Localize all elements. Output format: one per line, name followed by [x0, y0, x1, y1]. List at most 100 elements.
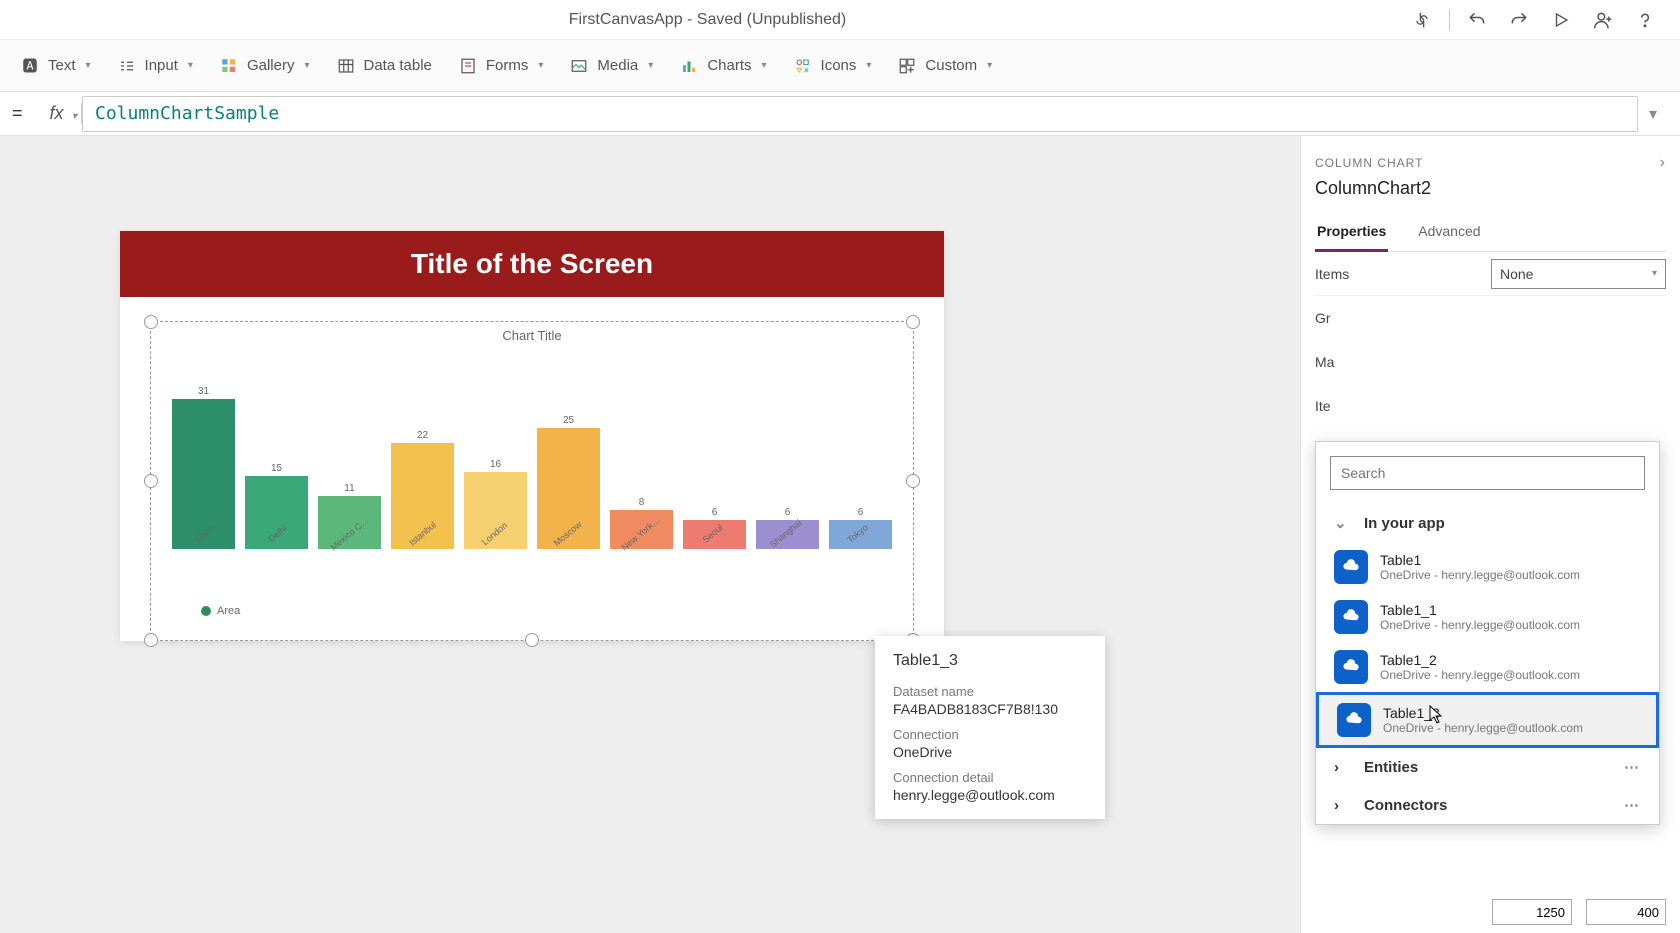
control-type-label: COLUMN CHART ›: [1315, 154, 1666, 172]
onedrive-icon: [1334, 600, 1368, 634]
screen-header: Title of the Screen: [120, 231, 944, 297]
workspace: Title of the Screen Chart Title 31 15 11 22…: [0, 136, 1680, 933]
datasource-tooltip: Table1_3 Dataset name FA4BADB8183CF7B8!1…: [875, 636, 1105, 819]
expand-formula-icon[interactable]: ▾: [1638, 104, 1668, 124]
table-icon: [336, 56, 356, 76]
app-checker-icon[interactable]: [1407, 5, 1437, 35]
ribbon-icons[interactable]: Icons▾: [793, 56, 872, 76]
equals-label: =: [12, 103, 32, 124]
canvas-area[interactable]: Title of the Screen Chart Title 31 15 11 22…: [0, 136, 1300, 933]
more-icon[interactable]: ⋯: [1624, 758, 1641, 776]
bar-value-label: 31: [198, 386, 209, 397]
size-height-input[interactable]: [1586, 899, 1666, 925]
chevron-down-icon: ▾: [86, 60, 91, 71]
onedrive-icon: [1334, 650, 1368, 684]
datasource-title: Table1: [1380, 552, 1580, 568]
selection-handle[interactable]: [144, 474, 158, 488]
datasource-item[interactable]: Table1_2OneDrive - henry.legge@outlook.c…: [1316, 642, 1659, 692]
datasource-title: Table1_1: [1380, 602, 1580, 618]
redo-icon[interactable]: [1504, 5, 1534, 35]
more-icon[interactable]: ⋯: [1624, 796, 1641, 814]
forms-icon: [458, 56, 478, 76]
chart-legend: Area: [161, 605, 903, 617]
chevron-right-icon: ›: [1334, 759, 1352, 776]
prop-items-select[interactable]: None ▾: [1491, 259, 1666, 289]
play-icon[interactable]: [1546, 5, 1576, 35]
property-row-partial: Ite: [1315, 384, 1355, 428]
section-entities[interactable]: › Entities ⋯: [1316, 748, 1659, 786]
onedrive-icon: [1337, 703, 1371, 737]
formula-input[interactable]: [82, 96, 1638, 132]
chevron-down-icon: ▾: [538, 60, 543, 71]
tab-properties[interactable]: Properties: [1315, 213, 1388, 252]
bar-value-label: 25: [563, 415, 574, 426]
selection-handle[interactable]: [144, 315, 158, 329]
formula-bar: = fx▾ ▾: [0, 92, 1680, 136]
size-inputs: [1492, 899, 1666, 925]
properties-tabs: Properties Advanced: [1315, 213, 1666, 252]
ribbon-gallery[interactable]: Gallery▾: [219, 56, 310, 76]
insert-ribbon: 🅰Text▾ Input▾ Gallery▾ Data table Forms▾…: [0, 40, 1680, 92]
chevron-down-icon: ▾: [866, 60, 871, 71]
share-icon[interactable]: [1588, 5, 1618, 35]
undo-icon[interactable]: [1462, 5, 1492, 35]
control-name: ColumnChart2: [1315, 178, 1666, 199]
chevron-down-icon: ▾: [1652, 268, 1657, 279]
datasource-title: Table1_3: [1383, 705, 1583, 721]
ribbon-media[interactable]: Media▾: [569, 56, 653, 76]
ribbon-input[interactable]: Input▾: [117, 56, 193, 76]
search-input[interactable]: [1330, 456, 1645, 490]
ribbon-data-table[interactable]: Data table: [336, 56, 432, 76]
property-row-partial: Gr: [1315, 296, 1355, 340]
charts-icon: [679, 56, 699, 76]
ribbon-forms[interactable]: Forms▾: [458, 56, 544, 76]
chevron-down-icon: ▾: [188, 60, 193, 71]
bar-value-label: 6: [712, 507, 718, 518]
chevron-right-icon[interactable]: ›: [1660, 154, 1666, 172]
bar-value-label: 11: [344, 483, 354, 494]
selection-handle[interactable]: [144, 633, 158, 647]
section-connectors[interactable]: › Connectors ⋯: [1316, 786, 1659, 824]
chevron-down-icon: ▾: [762, 60, 767, 71]
ribbon-charts[interactable]: Charts▾: [679, 56, 766, 76]
ribbon-custom[interactable]: Custom▾: [897, 56, 992, 76]
bar-value-label: 6: [858, 507, 864, 518]
datasource-item[interactable]: Table1_1OneDrive - henry.legge@outlook.c…: [1316, 592, 1659, 642]
custom-icon: [897, 56, 917, 76]
datasource-item[interactable]: Table1OneDrive - henry.legge@outlook.com: [1316, 542, 1659, 592]
gallery-icon: [219, 56, 239, 76]
column-chart-control[interactable]: Chart Title 3115112216258666 CairoDelhiM…: [150, 321, 914, 641]
datasource-subtitle: OneDrive - henry.legge@outlook.com: [1380, 618, 1580, 632]
chevron-down-icon: ▾: [72, 111, 77, 122]
prop-items-label: Items: [1315, 266, 1349, 282]
fx-button[interactable]: fx▾: [32, 103, 82, 124]
selection-handle[interactable]: [525, 633, 539, 647]
legend-swatch: [201, 606, 211, 616]
bar-value-label: 16: [490, 459, 501, 470]
datasource-item[interactable]: Table1_3OneDrive - henry.legge@outlook.c…: [1316, 692, 1659, 748]
bar-value-label: 15: [271, 463, 282, 474]
chart-bars: 3115112216258666: [161, 349, 903, 549]
bar-value-label: 22: [417, 430, 428, 441]
chevron-right-icon: ›: [1334, 797, 1352, 814]
section-in-your-app[interactable]: ⌄ In your app: [1316, 504, 1659, 542]
dropdown-search: [1330, 456, 1645, 490]
chevron-down-icon: ▾: [304, 60, 309, 71]
selection-handle[interactable]: [906, 474, 920, 488]
datasource-subtitle: OneDrive - henry.legge@outlook.com: [1380, 668, 1580, 682]
tooltip-title: Table1_3: [893, 652, 1087, 670]
size-width-input[interactable]: [1492, 899, 1572, 925]
text-icon: 🅰: [20, 56, 40, 76]
chart-title: Chart Title: [161, 328, 903, 343]
input-icon: [117, 56, 137, 76]
screen-mock: Title of the Screen Chart Title 31 15 11 22…: [120, 231, 944, 641]
datasource-subtitle: OneDrive - henry.legge@outlook.com: [1383, 721, 1583, 735]
tab-advanced[interactable]: Advanced: [1416, 213, 1482, 251]
datasource-dropdown: ⌄ In your app Table1OneDrive - henry.leg…: [1315, 441, 1660, 825]
selection-handle[interactable]: [906, 315, 920, 329]
ribbon-text[interactable]: 🅰Text▾: [20, 56, 91, 76]
app-title: FirstCanvasApp - Saved (Unpublished): [20, 11, 1395, 29]
help-icon[interactable]: [1630, 5, 1660, 35]
properties-panel: COLUMN CHART › ColumnChart2 Properties A…: [1300, 136, 1680, 933]
property-row-partial: Ma: [1315, 340, 1355, 384]
